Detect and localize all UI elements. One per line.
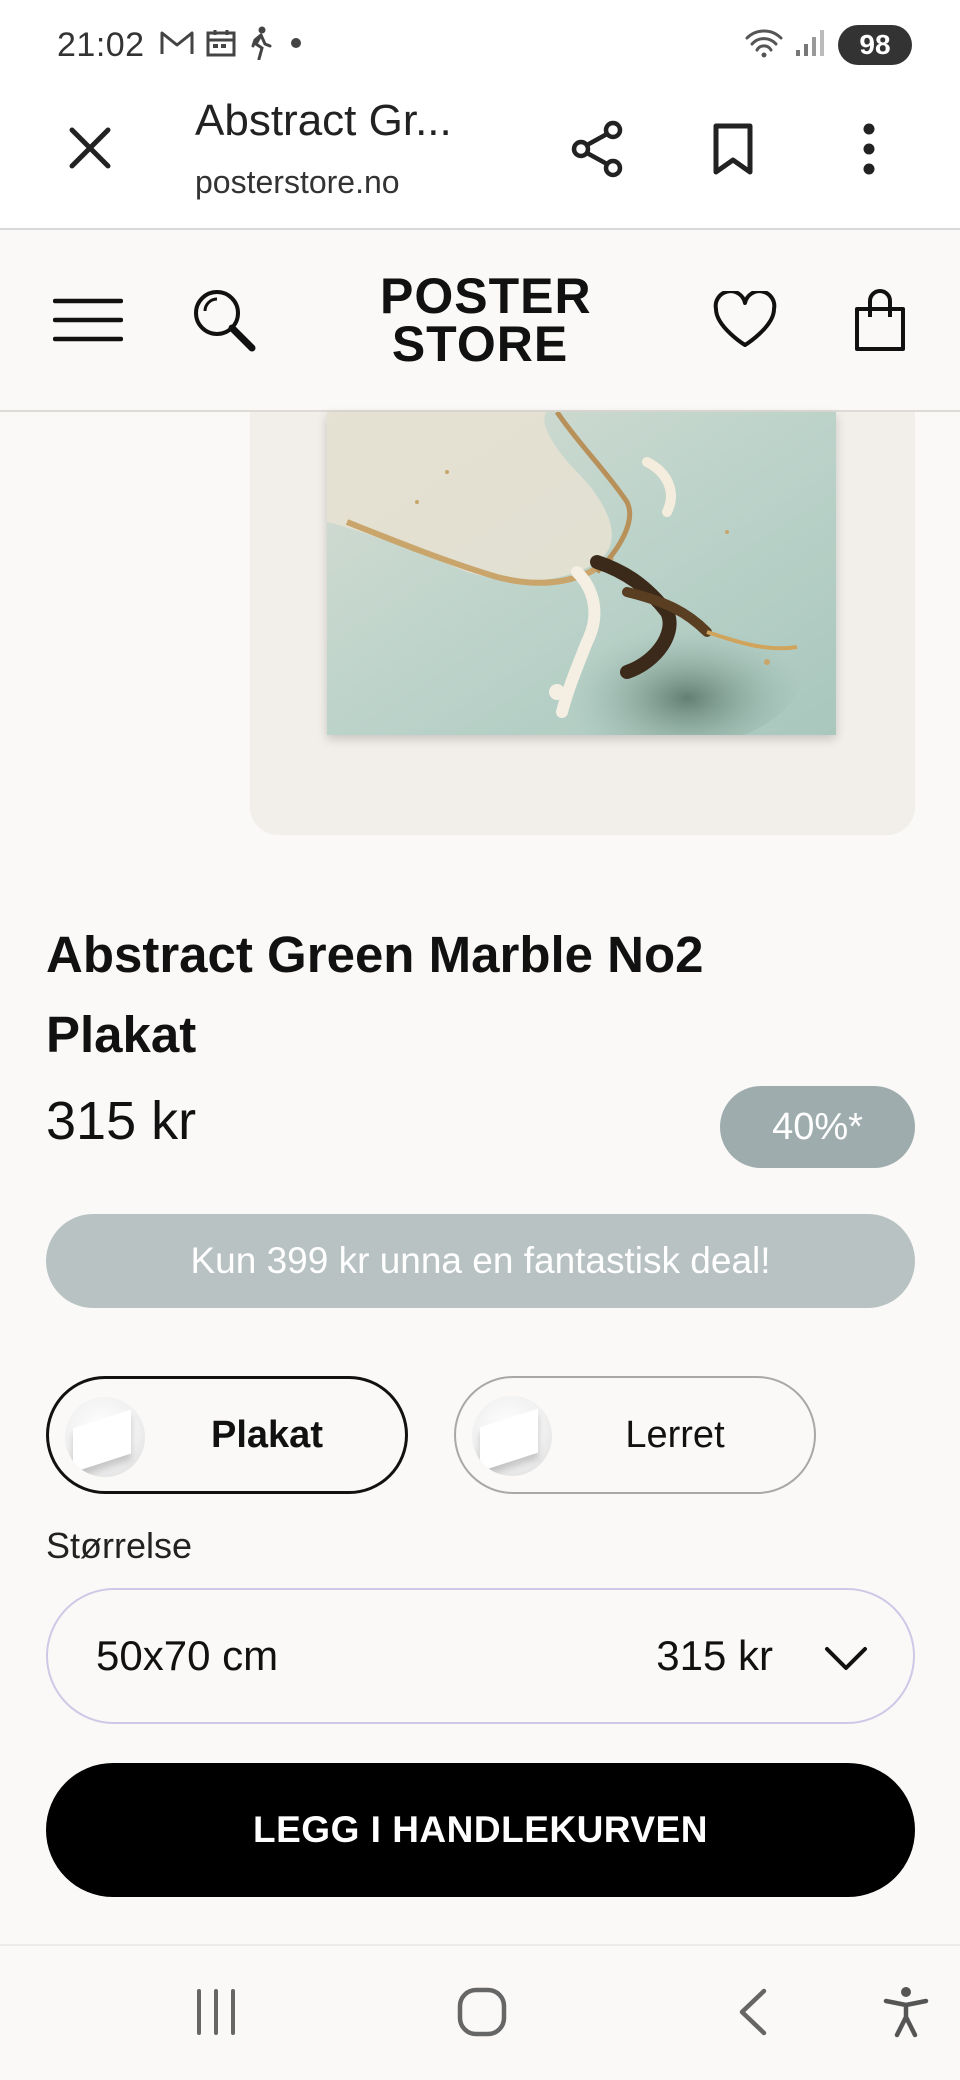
variant-option-lerret[interactable]: Lerret xyxy=(454,1376,816,1494)
search-button[interactable] xyxy=(184,282,264,362)
accessibility-button[interactable] xyxy=(868,1976,944,2052)
discount-badge: 40%* xyxy=(720,1086,915,1168)
close-icon xyxy=(67,125,113,175)
share-button[interactable] xyxy=(562,116,632,186)
status-time: 21:02 xyxy=(57,26,145,64)
recent-apps-button[interactable] xyxy=(178,1976,254,2052)
status-system-icons: 98 xyxy=(744,24,912,66)
battery-indicator: 98 xyxy=(838,25,912,65)
product-image-panel xyxy=(250,412,915,835)
variant-option-plakat[interactable]: Plakat xyxy=(46,1376,408,1494)
close-tab-button[interactable] xyxy=(58,118,122,182)
cart-button[interactable] xyxy=(840,282,920,362)
product-title: Abstract Green Marble No2 Plakat xyxy=(46,926,704,1063)
menu-icon xyxy=(52,297,124,347)
variant-label: Lerret xyxy=(625,1413,725,1456)
size-select[interactable]: 50x70 cm 315 kr xyxy=(46,1588,915,1724)
heart-icon xyxy=(712,289,778,353)
bookmark-icon xyxy=(711,122,755,180)
size-value: 50x70 cm xyxy=(96,1632,279,1679)
site-header: POSTER STORE xyxy=(0,232,960,412)
poster-store-logo[interactable]: POSTER STORE xyxy=(380,268,592,372)
bookmark-button[interactable] xyxy=(698,116,768,186)
status-notification-icons xyxy=(160,26,306,64)
walking-icon xyxy=(248,26,274,64)
size-price: 315 kr xyxy=(656,1632,773,1679)
poster-variant-thumbnail xyxy=(65,1397,145,1477)
wishlist-button[interactable] xyxy=(705,282,785,362)
more-options-button[interactable] xyxy=(834,116,904,186)
more-icon xyxy=(862,123,876,179)
recent-apps-icon xyxy=(191,1987,241,2041)
search-icon xyxy=(191,287,257,357)
logo-line-1: POSTER xyxy=(380,268,592,324)
accessibility-icon xyxy=(883,1986,929,2042)
add-to-cart-button[interactable]: LEGG I HANDLEKURVEN xyxy=(46,1763,915,1897)
page-title: Abstract Gr... xyxy=(195,96,452,145)
page-url[interactable]: posterstore.no xyxy=(195,164,400,201)
share-icon xyxy=(569,120,625,182)
logo-line-2: STORE xyxy=(391,316,569,372)
variant-label: Plakat xyxy=(211,1413,323,1456)
calendar-icon xyxy=(206,28,236,62)
gmail-icon xyxy=(160,30,194,60)
product-image[interactable] xyxy=(327,412,836,735)
status-bar: 21:02 98 xyxy=(0,0,960,90)
system-nav-bar xyxy=(0,1944,960,2080)
canvas-variant-thumbnail xyxy=(472,1396,552,1476)
home-icon xyxy=(456,1986,508,2042)
battery-level: 98 xyxy=(859,29,891,60)
size-label: Størrelse xyxy=(46,1525,193,1566)
browser-toolbar: Abstract Gr... posterstore.no xyxy=(0,90,960,230)
menu-button[interactable] xyxy=(48,282,128,362)
wifi-icon xyxy=(744,27,784,63)
signal-icon xyxy=(794,28,828,62)
shopping-bag-icon xyxy=(852,287,908,357)
dot-icon xyxy=(286,33,306,57)
deal-banner[interactable]: Kun 399 kr unna en fantastisk deal! xyxy=(46,1214,915,1308)
chevron-down-icon xyxy=(821,1634,871,1684)
product-price: 315 kr xyxy=(46,1091,197,1151)
back-button[interactable] xyxy=(714,1976,790,2052)
back-icon xyxy=(734,1987,770,2041)
home-button[interactable] xyxy=(444,1976,520,2052)
